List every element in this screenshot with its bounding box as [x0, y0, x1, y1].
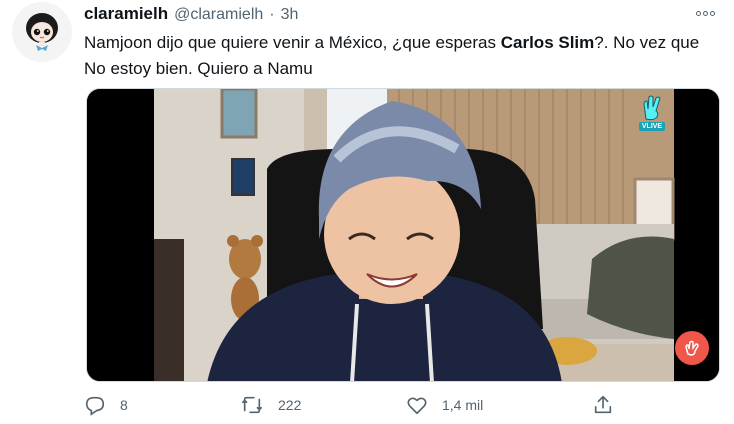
vlive-hand-icon	[643, 95, 661, 121]
like-action[interactable]: 1,4 mil	[406, 394, 483, 416]
share-icon[interactable]	[592, 394, 614, 416]
action-bar: 8 222 1,4 mil	[84, 394, 624, 422]
retweet-action[interactable]: 222	[240, 394, 301, 416]
user-handle[interactable]: @claramielh	[174, 6, 263, 24]
tweet[interactable]: claramielh @claramielh · 3h Namjoon dijo…	[0, 0, 734, 424]
separator-dot: ·	[269, 6, 275, 23]
reply-action[interactable]: 8	[84, 394, 128, 416]
heart-icon[interactable]	[406, 394, 428, 416]
avatar-illustration	[12, 2, 72, 62]
like-count: 1,4 mil	[442, 397, 484, 413]
vlive-badge: VLIVE	[635, 95, 669, 135]
avatar[interactable]	[12, 2, 72, 62]
share-action[interactable]	[592, 394, 614, 416]
timestamp[interactable]: 3h	[281, 6, 299, 24]
tweet-header: claramielh @claramielh · 3h	[84, 4, 298, 26]
reply-count: 8	[120, 397, 128, 413]
tweet-text: Namjoon dijo que quiere venir a México, …	[84, 30, 714, 82]
tweet-media[interactable]: VLIVE	[86, 88, 720, 382]
tweet-text-part1: Namjoon dijo que quiere venir a México, …	[84, 33, 501, 52]
video-frame-image	[87, 89, 719, 381]
tweet-text-bold: Carlos Slim	[500, 33, 595, 52]
retweet-count: 222	[278, 397, 302, 413]
more-options-icon[interactable]	[696, 6, 720, 20]
reply-icon[interactable]	[84, 394, 106, 416]
vlive-badge-label: VLIVE	[638, 122, 666, 131]
retweet-icon[interactable]	[240, 394, 264, 416]
finger-heart-icon	[685, 340, 699, 356]
display-name[interactable]: claramielh	[84, 4, 168, 24]
vlive-heart-button[interactable]	[675, 331, 709, 365]
